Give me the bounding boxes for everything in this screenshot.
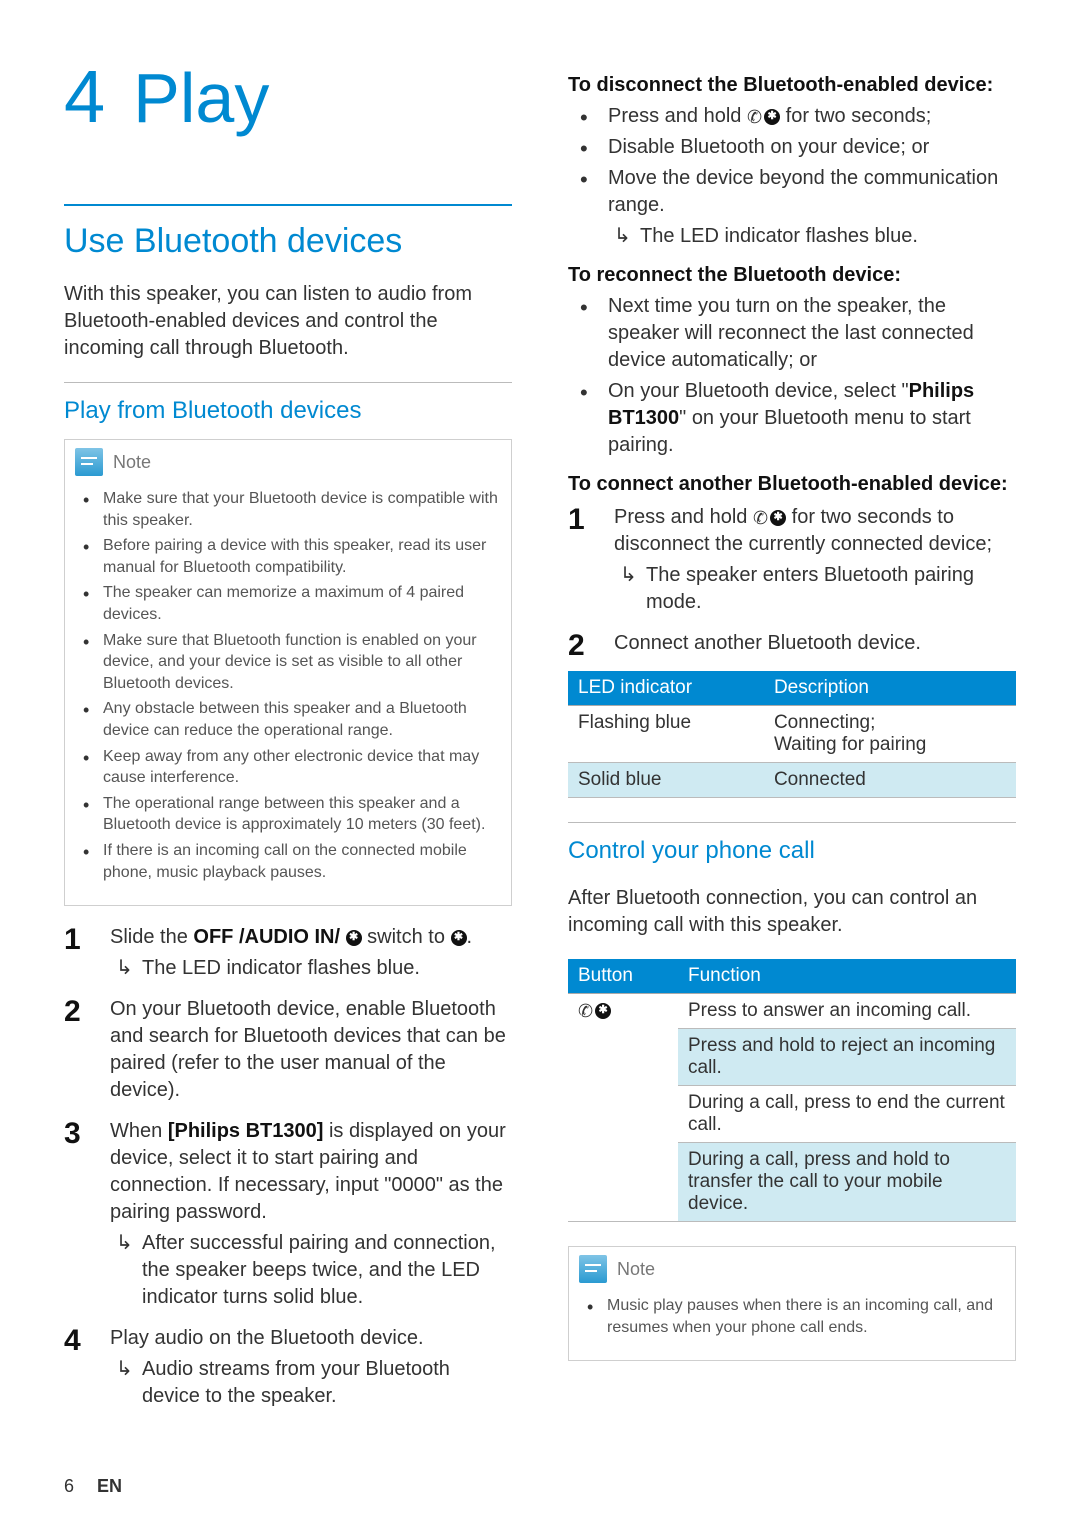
note-list: Make sure that your Bluetooth device is … [77, 488, 499, 883]
right-column: To disconnect the Bluetooth-enabled devi… [568, 60, 1016, 1424]
section-intro: With this speaker, you can listen to aud… [64, 281, 512, 362]
note-item: Make sure that Bluetooth function is ena… [77, 630, 499, 695]
result-arrow-icon: ↳ [614, 223, 632, 250]
steps-list: Slide the OFF /AUDIO IN/ ✱ switch to ✱. … [64, 924, 512, 1410]
note-label: Note [113, 452, 151, 473]
table-header: LED indicator [568, 671, 764, 706]
step-result: ↳The speaker enters Bluetooth pairing mo… [620, 562, 1016, 616]
phone-bluetooth-icon: ✆✱ [578, 1002, 611, 1020]
section-rule [64, 204, 512, 206]
step-item: On your Bluetooth device, enable Bluetoo… [64, 996, 512, 1104]
note-icon [579, 1255, 607, 1283]
result-arrow-icon: ↳ [620, 562, 638, 616]
chapter-heading: 4 Play [64, 60, 512, 134]
step-item: Connect another Bluetooth device. [568, 630, 1016, 657]
result-arrow-icon: ↳ [116, 1356, 134, 1410]
list-item: Press and hold ✆✱ for two seconds; [568, 103, 1016, 130]
call-intro: After Bluetooth connection, you can cont… [568, 885, 1016, 939]
note-item: Make sure that your Bluetooth device is … [77, 488, 499, 531]
section-title: Use Bluetooth devices [64, 222, 512, 261]
result-arrow-icon: ↳ [116, 955, 134, 982]
page-number: 6 [64, 1476, 74, 1496]
phone-bluetooth-icon: ✆✱ [753, 509, 786, 527]
list-item: Next time you turn on the speaker, the s… [568, 293, 1016, 374]
bluetooth-icon: ✱ [346, 930, 362, 946]
led-table: LED indicator Description Flashing blue … [568, 671, 1016, 798]
disconnect-list: Press and hold ✆✱ for two seconds; Disab… [568, 103, 1016, 250]
result-arrow-icon: ↳ [116, 1230, 134, 1311]
chapter-title: Play [133, 63, 269, 133]
note-box: Note Make sure that your Bluetooth devic… [64, 439, 512, 906]
table-row: Flashing blue Connecting; Waiting for pa… [568, 706, 1016, 763]
note-item: Music play pauses when there is an incom… [581, 1295, 1003, 1338]
step-result: ↳The LED indicator flashes blue. [116, 955, 512, 982]
list-item: Disable Bluetooth on your device; or [568, 134, 1016, 161]
note-item: Any obstacle between this speaker and a … [77, 698, 499, 741]
divider [64, 382, 512, 383]
step-item: Slide the OFF /AUDIO IN/ ✱ switch to ✱. … [64, 924, 512, 982]
list-item: On your Bluetooth device, select "Philip… [568, 378, 1016, 459]
note-item: The speaker can memorize a maximum of 4 … [77, 582, 499, 625]
bluetooth-icon: ✱ [451, 930, 467, 946]
reconnect-list: Next time you turn on the speaker, the s… [568, 293, 1016, 459]
table-row: Solid blue Connected [568, 763, 1016, 798]
another-title: To connect another Bluetooth-enabled dev… [568, 473, 1016, 496]
step-result: ↳The LED indicator flashes blue. [614, 223, 1016, 250]
note-label: Note [617, 1259, 655, 1280]
note-box: Note Music play pauses when there is an … [568, 1246, 1016, 1361]
step-item: Press and hold ✆✱ for two seconds to dis… [568, 504, 1016, 616]
call-table: Button Function ✆✱ Press to answer an in… [568, 959, 1016, 1222]
step-result: ↳After successful pairing and connection… [116, 1230, 512, 1311]
table-header: Function [678, 959, 1016, 994]
note-item: Before pairing a device with this speake… [77, 535, 499, 578]
call-section-title: Control your phone call [568, 837, 1016, 865]
page-footer: 6 EN [64, 1476, 122, 1497]
step-result: ↳Audio streams from your Bluetooth devic… [116, 1356, 512, 1410]
table-header: Button [568, 959, 678, 994]
phone-bluetooth-icon: ✆✱ [747, 108, 780, 126]
reconnect-title: To reconnect the Bluetooth device: [568, 264, 1016, 287]
note-item: Keep away from any other electronic devi… [77, 746, 499, 789]
step-item: When [Philips BT1300] is displayed on yo… [64, 1118, 512, 1311]
language-code: EN [97, 1476, 122, 1496]
note-icon [75, 448, 103, 476]
list-item: Move the device beyond the communication… [568, 165, 1016, 250]
chapter-number: 4 [64, 60, 105, 134]
left-column: 4 Play Use Bluetooth devices With this s… [64, 60, 512, 1424]
note-item: The operational range between this speak… [77, 793, 499, 836]
step-item: Play audio on the Bluetooth device. ↳Aud… [64, 1325, 512, 1410]
divider [568, 822, 1016, 823]
disconnect-title: To disconnect the Bluetooth-enabled devi… [568, 74, 1016, 97]
another-steps: Press and hold ✆✱ for two seconds to dis… [568, 504, 1016, 657]
note-item: If there is an incoming call on the conn… [77, 840, 499, 883]
table-row: ✆✱ Press to answer an incoming call. [568, 994, 1016, 1029]
table-header: Description [764, 671, 1016, 706]
subsection-title: Play from Bluetooth devices [64, 397, 512, 425]
note-list: Music play pauses when there is an incom… [581, 1295, 1003, 1338]
